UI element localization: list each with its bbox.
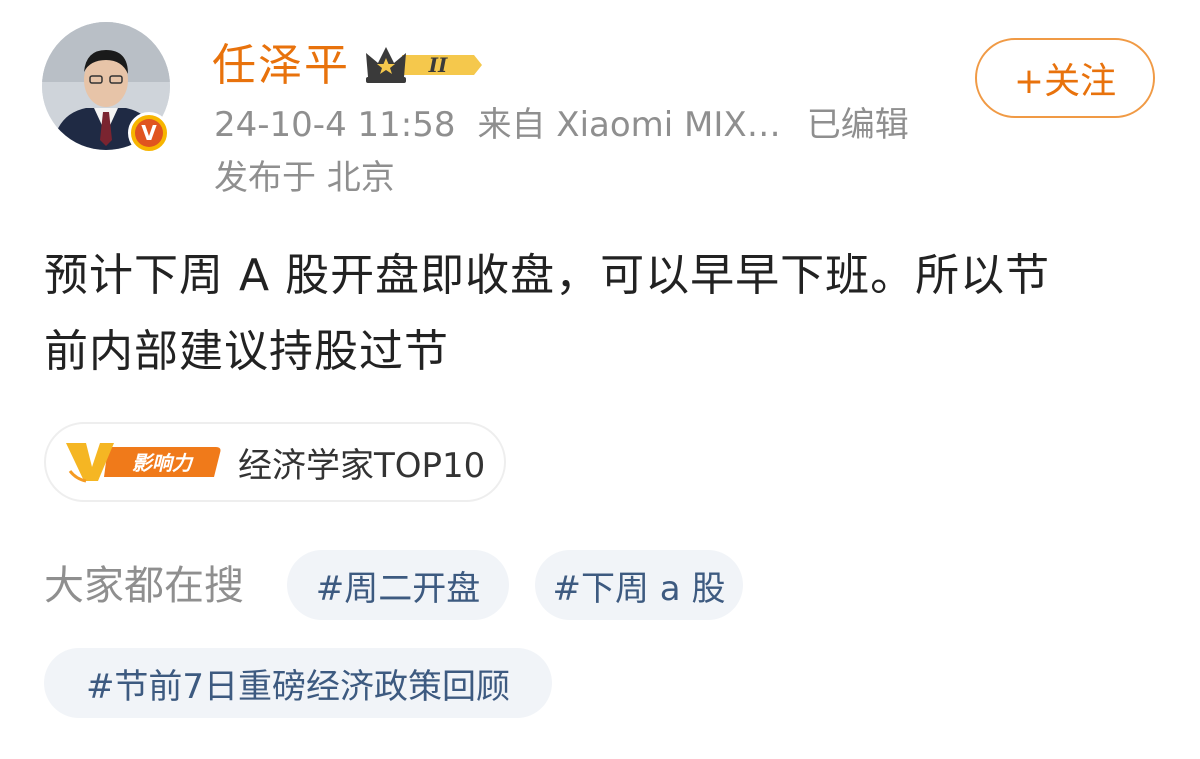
- trending-label: 大家都在搜: [44, 563, 244, 609]
- edited-label[interactable]: 已编辑: [807, 105, 909, 145]
- crown-icon: II: [366, 47, 482, 83]
- post-meta: 24-10-4 11:58 来自 Xiaomi MIX… 已编辑: [214, 103, 909, 147]
- influence-label: 经济学家TOP10: [238, 445, 486, 486]
- follow-button[interactable]: +关注: [975, 38, 1155, 118]
- post-timestamp: 24-10-4 11:58: [214, 105, 456, 145]
- svg-text:影响力: 影响力: [132, 452, 194, 475]
- post-text-line-1: 预计下周 A 股开盘即收盘，可以早早下班。所以节: [44, 250, 1051, 301]
- post-location: 发布于 北京: [214, 158, 395, 198]
- trending-tag[interactable]: #周二开盘: [287, 550, 509, 620]
- post-source[interactable]: 来自 Xiaomi MIX…: [478, 105, 781, 145]
- svg-text:II: II: [428, 53, 448, 77]
- influence-tag[interactable]: 影响力 经济学家TOP10: [44, 422, 506, 502]
- post-text: 预计下周 A 股开盘即收盘，可以早早下班。所以节 前内部建议持股过节: [44, 238, 1164, 390]
- post-text-line-2: 前内部建议持股过节: [44, 326, 449, 377]
- influence-badge-icon: 影响力: [64, 439, 224, 485]
- level-badge: II: [362, 43, 484, 87]
- verified-badge-icon: V: [128, 112, 170, 154]
- author-name[interactable]: 任泽平: [212, 40, 350, 92]
- trending-tag[interactable]: #下周 a 股: [535, 550, 743, 620]
- trending-tag[interactable]: #节前7日重磅经济政策回顾: [44, 648, 552, 718]
